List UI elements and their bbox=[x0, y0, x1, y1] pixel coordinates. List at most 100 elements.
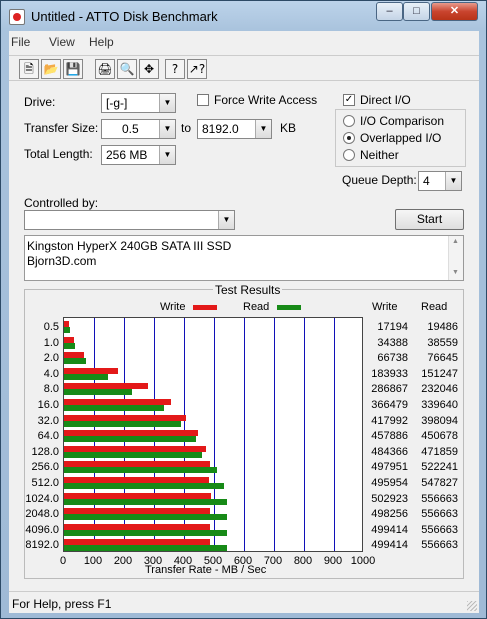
read-bar bbox=[64, 451, 203, 458]
read-bar bbox=[64, 498, 228, 505]
description-textarea[interactable]: Kingston HyperX 240GB SATA III SSD Bjorn… bbox=[24, 235, 464, 281]
y-tick-label: 1.0 bbox=[43, 336, 59, 349]
transfer-from-select[interactable]: 0.5 ▼ bbox=[101, 119, 176, 139]
read-value: 19486 bbox=[427, 321, 458, 333]
neither-label: Neither bbox=[360, 148, 399, 162]
read-bar bbox=[64, 529, 228, 536]
chevron-down-icon[interactable]: ▼ bbox=[255, 120, 271, 138]
y-tick-label: 16.0 bbox=[37, 399, 59, 411]
read-value: 398094 bbox=[421, 414, 458, 427]
read-bar bbox=[64, 420, 181, 427]
read-bar bbox=[64, 467, 217, 474]
total-length-label: Total Length: bbox=[24, 147, 93, 161]
read-bar bbox=[64, 327, 70, 333]
queue-depth-value: 4 bbox=[423, 174, 430, 188]
title-bar[interactable]: Untitled - ATTO Disk Benchmark – □ ✕ bbox=[1, 1, 486, 31]
scroll-down-icon[interactable]: ▼ bbox=[452, 269, 459, 276]
y-tick-label: 2048.0 bbox=[25, 508, 59, 521]
gridline bbox=[304, 318, 305, 551]
write-value: 457886 bbox=[371, 430, 408, 443]
io-comparison-radio[interactable] bbox=[343, 115, 355, 127]
scroll-up-icon[interactable]: ▲ bbox=[452, 238, 459, 245]
chevron-down-icon[interactable]: ▼ bbox=[159, 146, 175, 164]
memo-scrollbar[interactable]: ▲ ▼ bbox=[448, 236, 463, 280]
menu-view[interactable]: View bbox=[49, 35, 75, 49]
controlled-by-select[interactable]: ▼ bbox=[24, 210, 235, 230]
queue-depth-select[interactable]: 4 ▼ bbox=[418, 171, 462, 191]
read-bar bbox=[64, 373, 109, 380]
results-caption: Test Results bbox=[213, 283, 283, 297]
help-icon[interactable]: ? bbox=[165, 59, 185, 79]
total-length-select[interactable]: 256 MB ▼ bbox=[101, 145, 176, 165]
print-icon[interactable]: 🖨 bbox=[95, 59, 115, 79]
app-window: Untitled - ATTO Disk Benchmark – □ ✕ Fil… bbox=[0, 0, 487, 619]
menu-file[interactable]: File bbox=[11, 35, 30, 49]
direct-io-label: Direct I/O bbox=[360, 93, 411, 107]
transfer-to-value: 8192.0 bbox=[202, 122, 239, 136]
y-tick-label: 1024.0 bbox=[25, 492, 59, 505]
neither-radio[interactable] bbox=[343, 149, 355, 161]
write-value: 499414 bbox=[371, 523, 408, 536]
legend-write-label: Write bbox=[160, 301, 186, 313]
y-tick-label: 2.0 bbox=[43, 352, 59, 365]
new-icon[interactable]: 🗎 bbox=[19, 59, 39, 79]
write-value: 498256 bbox=[371, 508, 408, 521]
move-icon[interactable]: ✥ bbox=[139, 59, 159, 79]
start-button[interactable]: Start bbox=[395, 209, 464, 230]
close-button[interactable]: ✕ bbox=[431, 2, 478, 21]
force-write-checkbox[interactable] bbox=[197, 94, 209, 106]
write-value: 17194 bbox=[377, 321, 408, 333]
menu-bar: File View Help bbox=[9, 31, 479, 53]
controlled-by-label: Controlled by: bbox=[24, 196, 99, 210]
app-icon[interactable] bbox=[9, 9, 25, 25]
x-tick-label: 600 bbox=[233, 555, 253, 567]
read-value: 522241 bbox=[421, 461, 458, 474]
y-tick-label: 128.0 bbox=[31, 445, 59, 458]
direct-io-checkbox[interactable]: ✓ bbox=[343, 94, 355, 106]
drive-select[interactable]: [-g-] ▼ bbox=[101, 93, 176, 113]
chevron-down-icon[interactable]: ▼ bbox=[218, 211, 234, 229]
save-icon[interactable]: 💾 bbox=[63, 59, 83, 79]
read-value: 232046 bbox=[421, 383, 458, 396]
read-bar bbox=[64, 514, 228, 521]
to-label: to bbox=[181, 121, 192, 135]
write-value: 495954 bbox=[371, 477, 408, 489]
read-value: 339640 bbox=[421, 399, 458, 411]
read-value: 38559 bbox=[427, 336, 458, 349]
transfer-to-select[interactable]: 8192.0 ▼ bbox=[197, 119, 272, 139]
x-tick-label: 400 bbox=[173, 555, 193, 567]
y-tick-label: 32.0 bbox=[37, 414, 59, 427]
x-tick-label: 1000 bbox=[350, 555, 376, 567]
column-header-write: Write bbox=[372, 301, 398, 313]
resize-grip-icon[interactable] bbox=[467, 601, 477, 611]
drive-label: Drive: bbox=[24, 95, 56, 109]
read-value: 450678 bbox=[421, 430, 458, 443]
context-help-icon[interactable]: ↗? bbox=[187, 59, 207, 79]
overlapped-io-radio[interactable] bbox=[343, 132, 355, 144]
read-value: 547827 bbox=[421, 477, 458, 489]
read-value: 556663 bbox=[421, 539, 458, 552]
chevron-down-icon[interactable]: ▼ bbox=[159, 120, 175, 138]
chevron-down-icon[interactable]: ▼ bbox=[445, 172, 461, 190]
y-tick-label: 8.0 bbox=[43, 383, 59, 396]
y-tick-label: 0.5 bbox=[43, 321, 59, 333]
read-value: 556663 bbox=[421, 523, 458, 536]
menu-help[interactable]: Help bbox=[89, 35, 114, 49]
write-value: 499414 bbox=[371, 539, 408, 552]
chevron-down-icon[interactable]: ▼ bbox=[159, 94, 175, 112]
x-tick-label: 0 bbox=[59, 555, 67, 567]
y-tick-label: 4096.0 bbox=[25, 523, 59, 536]
read-bar bbox=[64, 342, 76, 349]
minimize-button[interactable]: – bbox=[376, 2, 403, 21]
y-tick-label: 256.0 bbox=[31, 461, 59, 474]
y-tick-label: 4.0 bbox=[43, 367, 59, 380]
status-bar: For Help, press F1 bbox=[9, 591, 479, 613]
maximize-button[interactable]: □ bbox=[403, 2, 430, 21]
read-bar bbox=[64, 545, 228, 552]
print-preview-icon[interactable]: 🔍 bbox=[117, 59, 137, 79]
legend-read-swatch bbox=[277, 305, 301, 310]
overlapped-io-label: Overlapped I/O bbox=[360, 131, 442, 145]
open-icon[interactable]: 📂 bbox=[41, 59, 61, 79]
write-value: 183933 bbox=[371, 367, 408, 380]
read-bar bbox=[64, 436, 197, 443]
